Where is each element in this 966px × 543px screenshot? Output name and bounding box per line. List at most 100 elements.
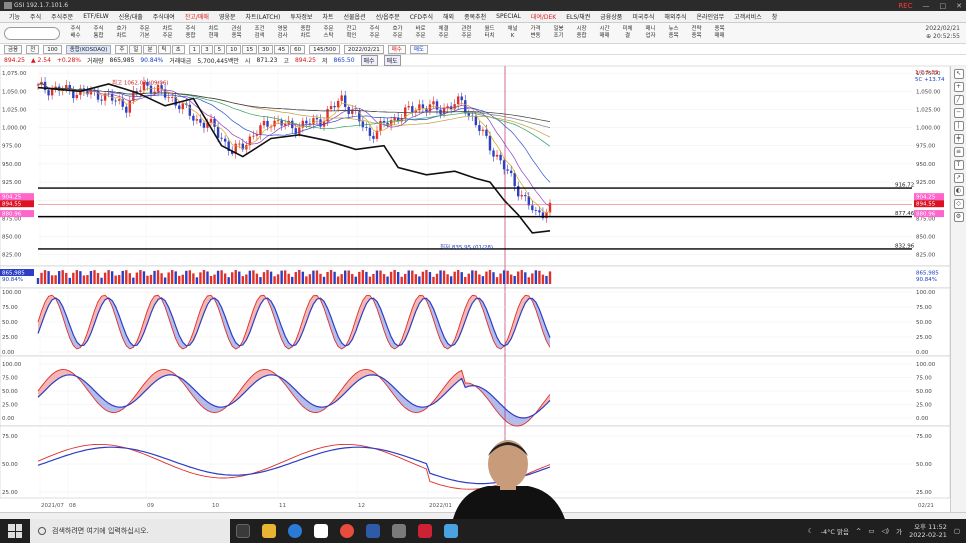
toolbar-button[interactable]: 미체 결	[616, 26, 639, 40]
minute-button[interactable]: 10	[226, 44, 242, 54]
toolbar-search-field[interactable]	[4, 26, 60, 40]
interval-button[interactable]: 분	[143, 44, 157, 54]
cursor-tool-icon[interactable]: ↖	[953, 69, 964, 79]
menu-item[interactable]: 기능	[4, 12, 25, 21]
toolbar-button[interactable]: 체결 주문	[432, 26, 455, 40]
menu-item[interactable]: 차트(LATCH)	[241, 12, 286, 21]
toolbar-button[interactable]: 주문 기본	[133, 26, 156, 40]
menu-item[interactable]: 고객서비스	[729, 12, 767, 21]
menu-item[interactable]: 신용/대출	[114, 12, 148, 21]
menu-item[interactable]: 선물옵션	[339, 12, 371, 21]
menu-item[interactable]: 주식주문	[46, 12, 78, 21]
interval-button[interactable]: 초	[171, 44, 185, 54]
toolbar-button[interactable]: 뉴스 종목	[662, 26, 685, 40]
menu-item[interactable]: 주식	[25, 12, 46, 21]
task-view-icon[interactable]	[236, 524, 250, 538]
menu-item[interactable]: SPECIAL	[491, 13, 526, 20]
toolbar-button[interactable]: 호가 차트	[110, 26, 133, 40]
toolbar-button[interactable]: 바로 주문	[409, 26, 432, 40]
interval-button[interactable]: 틱	[157, 44, 171, 54]
toolbar-button[interactable]: 잔고 확인	[340, 26, 363, 40]
windows-start-icon[interactable]	[8, 524, 22, 538]
menu-item[interactable]: ELS/채권	[561, 12, 595, 21]
menu-item[interactable]: 창	[767, 12, 783, 21]
store-icon[interactable]	[314, 524, 328, 538]
app-g-icon[interactable]	[392, 524, 406, 538]
magnet-tool-icon[interactable]: ◐	[953, 186, 964, 196]
toolbar-button[interactable]: 시장 종합	[570, 26, 593, 40]
count-input[interactable]: 100	[43, 44, 62, 54]
toolbar-button[interactable]: 주문 스탁	[317, 26, 340, 40]
menu-item[interactable]: 선/옵주문	[371, 12, 405, 21]
date-field[interactable]: 2022/02/21	[344, 44, 384, 54]
symbol-name-field[interactable]: 종합(KOSDAQ)	[65, 44, 112, 54]
volume-icon[interactable]: ◁)	[882, 527, 890, 535]
menu-item[interactable]: 해외	[438, 12, 459, 21]
taskbar-search-box[interactable]: 검색하려면 여기에 입력하십시오.	[30, 519, 230, 543]
menu-item[interactable]: 금융상품	[595, 12, 627, 21]
menu-item[interactable]: 차트	[317, 12, 338, 21]
buy-badge[interactable]: 매수	[360, 55, 378, 66]
minute-button[interactable]: 15	[242, 44, 258, 54]
menu-item[interactable]: ETF/ELW	[78, 13, 113, 20]
toolbar-button[interactable]: 영웅 검사	[271, 26, 294, 40]
arrow-tool-icon[interactable]: ↗	[953, 173, 964, 183]
minimize-icon[interactable]: —	[923, 2, 930, 10]
menu-item[interactable]: 온라인업무	[692, 12, 730, 21]
minute-button[interactable]: 5	[213, 44, 226, 54]
toolbar-button[interactable]: 관련 주문	[455, 26, 478, 40]
market-select[interactable]: 금융	[4, 44, 23, 54]
buy-button[interactable]: 매수	[387, 44, 406, 54]
word-icon[interactable]	[366, 524, 380, 538]
minute-button[interactable]: 45	[274, 44, 290, 54]
tray-arrow-icon[interactable]: ^	[856, 527, 861, 535]
menu-item[interactable]: 미국주식	[627, 12, 659, 21]
menu-item[interactable]: 대여/DEK	[526, 12, 561, 21]
toolbar-button[interactable]: 주식 배수	[64, 26, 87, 40]
minute-button[interactable]: 1	[188, 44, 201, 54]
edge-browser-icon[interactable]	[288, 524, 302, 538]
toolbar-button[interactable]: 종목 매매	[708, 26, 731, 40]
toolbar-button[interactable]: 호가 주문	[386, 26, 409, 40]
sell-button[interactable]: 매도	[409, 44, 428, 54]
trendline-tool-icon[interactable]: ╱	[953, 95, 964, 105]
toolbar-button[interactable]: 일봉 조기	[547, 26, 570, 40]
messenger-icon[interactable]	[444, 524, 458, 538]
eraser-tool-icon[interactable]: ◇	[953, 199, 964, 209]
network-icon[interactable]: ▭	[868, 527, 874, 535]
toolbar-button[interactable]: 월드 터치	[478, 26, 501, 40]
toolbar-button[interactable]: 시간 매매	[593, 26, 616, 40]
weather-text[interactable]: -4°C 맑음	[821, 526, 849, 536]
trading-app-icon[interactable]	[418, 524, 432, 538]
menu-item[interactable]: 잔고/매매	[180, 12, 214, 21]
toolbar-button[interactable]: 전략 종목	[685, 26, 708, 40]
menu-item[interactable]: 영웅문	[214, 12, 241, 21]
notification-icon[interactable]: ▢	[954, 527, 960, 535]
ime-indicator[interactable]: 가	[896, 526, 902, 536]
toolbar-button[interactable]: 채널 K	[501, 26, 524, 40]
weather-icon[interactable]: ☾	[808, 527, 814, 535]
toolbar-button[interactable]: 주식 종합	[179, 26, 202, 40]
toolbar-button[interactable]: 관심 종목	[225, 26, 248, 40]
period-select[interactable]: 전	[26, 44, 40, 54]
interval-button[interactable]: 일	[129, 44, 143, 54]
menu-item[interactable]: CFD주식	[405, 12, 438, 21]
vertical-line-tool-icon[interactable]: │	[953, 121, 964, 131]
menu-item[interactable]: 종목추천	[459, 12, 491, 21]
toolbar-button[interactable]: 가격 변동	[524, 26, 547, 40]
toolbar-button[interactable]: 매니 업자	[639, 26, 662, 40]
chrome-icon[interactable]	[340, 524, 354, 538]
menu-item[interactable]: 주식대여	[148, 12, 180, 21]
crosshair-tool-icon[interactable]: +	[953, 82, 964, 92]
channel-tool-icon[interactable]: ╪	[953, 134, 964, 144]
toolbar-button[interactable]: 차트 현재	[202, 26, 225, 40]
menu-item[interactable]: 투자정보	[285, 12, 317, 21]
minute-button[interactable]: 60	[290, 44, 306, 54]
interval-button[interactable]: 주	[115, 44, 129, 54]
menu-item[interactable]: 해외주식	[659, 12, 691, 21]
horizontal-line-tool-icon[interactable]: ─	[953, 108, 964, 118]
toolbar-button[interactable]: 주식 주문	[363, 26, 386, 40]
toolbar-button[interactable]: 주식 통합	[87, 26, 110, 40]
file-explorer-icon[interactable]	[262, 524, 276, 538]
toolbar-button[interactable]: 차트 주문	[156, 26, 179, 40]
